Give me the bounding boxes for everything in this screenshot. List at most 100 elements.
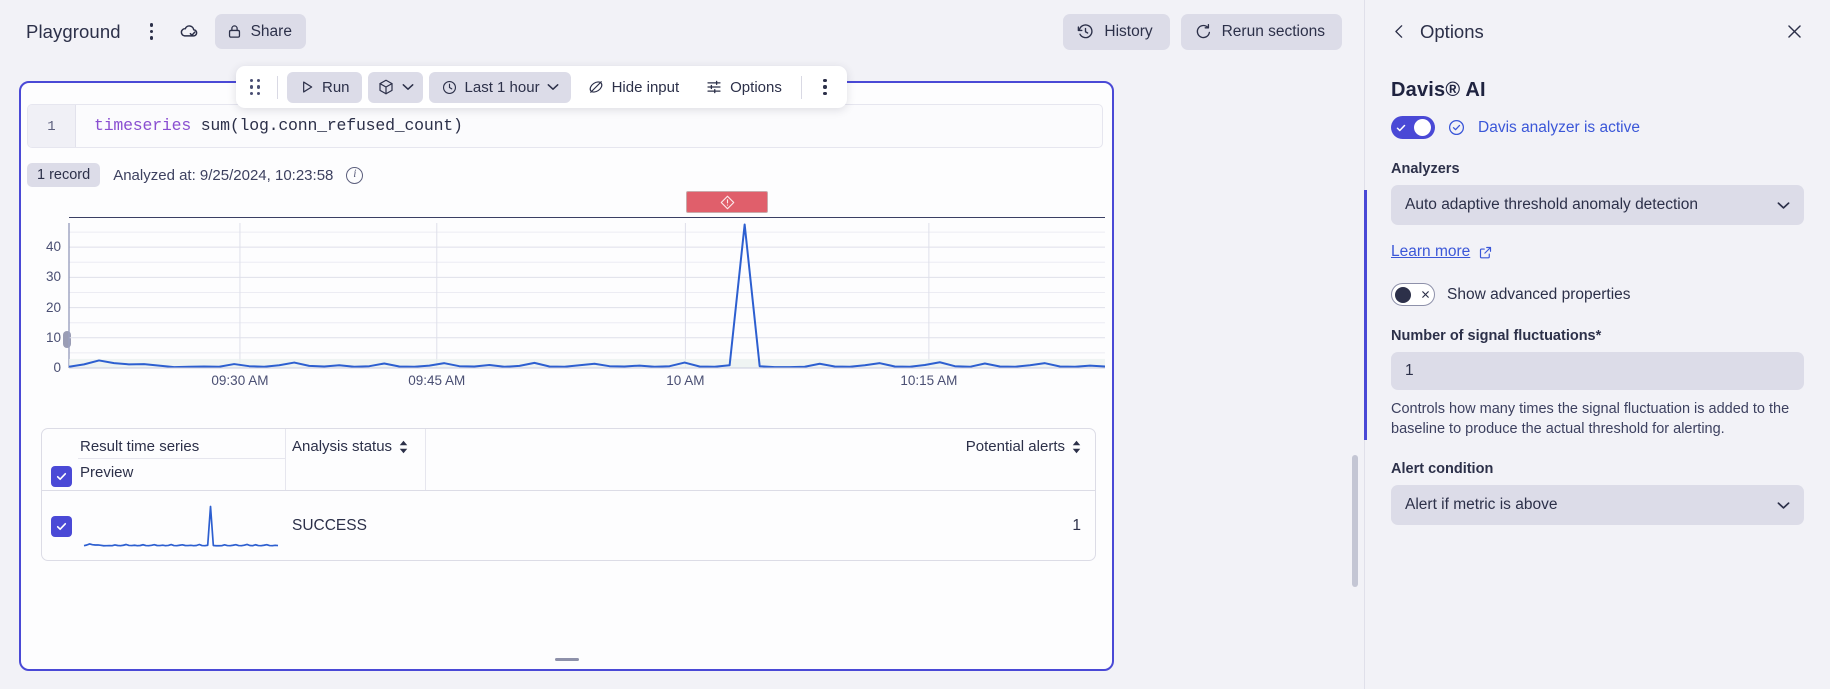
- rerun-sections-button[interactable]: Rerun sections: [1180, 13, 1342, 50]
- app-root: Playground Share History Rerun sections …: [0, 0, 1830, 689]
- cloud-check-icon: [180, 25, 198, 37]
- share-button[interactable]: Share: [214, 14, 306, 49]
- col-header-result-time-series: Result time series: [80, 438, 200, 455]
- refresh-icon: [1196, 24, 1210, 39]
- record-status-row: 1 record Analyzed at: 9/25/2024, 10:23:5…: [27, 163, 364, 187]
- eye-slash-icon: [589, 81, 603, 93]
- info-icon[interactable]: i: [346, 166, 364, 184]
- anomaly-band[interactable]: [686, 191, 768, 213]
- lock-icon: [228, 25, 240, 38]
- table-row[interactable]: SUCCESS 1: [42, 491, 1095, 560]
- line-number: 1: [28, 105, 76, 147]
- toolbar-divider: [277, 75, 278, 99]
- row-checkbox[interactable]: [51, 515, 72, 537]
- learn-more-link[interactable]: Learn more: [1391, 243, 1470, 261]
- analyzer-selected-value: Auto adaptive threshold anomaly detectio…: [1405, 196, 1698, 213]
- alert-diamond-icon: [720, 195, 734, 209]
- history-label: History: [1104, 22, 1153, 40]
- toggle-knob: [1414, 119, 1431, 136]
- kebab-icon: [823, 78, 827, 96]
- chart-plot-area: [27, 219, 1106, 374]
- alert-condition-value: Alert if metric is above: [1405, 496, 1558, 513]
- col-header-analysis-status: Analysis status: [292, 438, 393, 455]
- play-icon: [303, 81, 313, 93]
- toolbar-drag-handle[interactable]: [242, 72, 268, 102]
- fluctuations-input[interactable]: [1391, 352, 1804, 390]
- options-label: Options: [730, 78, 782, 96]
- share-label: Share: [250, 22, 292, 40]
- page-scrollbar[interactable]: [1352, 455, 1358, 587]
- row-alerts-cell: 1: [426, 517, 1095, 535]
- history-icon: [1078, 24, 1093, 39]
- col-header-preview: Preview: [80, 464, 134, 481]
- y-tick-label: 30: [45, 269, 61, 285]
- history-button[interactable]: History: [1063, 13, 1170, 50]
- sparkline-chart: [83, 505, 279, 547]
- sort-icon-potential-alerts[interactable]: [1072, 440, 1081, 454]
- check-icon: [1396, 124, 1406, 131]
- panel-back-button[interactable]: [1391, 23, 1408, 40]
- x-tick-label: 10:15 AM: [900, 373, 958, 388]
- analysis-status-value: SUCCESS: [292, 517, 367, 534]
- davis-analyzer-toggle[interactable]: [1391, 116, 1435, 139]
- chevron-down-icon: [1777, 201, 1790, 209]
- learn-more-row: Learn more: [1391, 243, 1804, 261]
- results-table: Result time series Preview Analysis stat…: [41, 428, 1096, 561]
- select-all-checkbox[interactable]: [51, 466, 72, 487]
- y-tick-label: 20: [45, 299, 61, 315]
- col-analysis-status[interactable]: Analysis status: [286, 429, 426, 490]
- analyzer-select[interactable]: Auto adaptive threshold anomaly detectio…: [1391, 185, 1804, 225]
- code-expression: sum(log.conn_refused_count): [191, 116, 463, 135]
- cloud-check-button[interactable]: [173, 15, 207, 49]
- hide-input-label: Hide input: [611, 78, 680, 96]
- more-actions-button[interactable]: [135, 15, 169, 49]
- notebook-section-card: 1 timeseries sum(log.conn_refused_count)…: [19, 81, 1114, 671]
- x-tick-label: 10 AM: [666, 373, 705, 388]
- chevron-down-icon: [399, 448, 408, 454]
- potential-alerts-value: 1: [1072, 517, 1081, 534]
- toolbar-more-button[interactable]: [811, 72, 839, 103]
- close-icon: [1422, 291, 1429, 298]
- chart-top-rule: [69, 217, 1105, 218]
- chevron-down-icon: [1777, 501, 1790, 509]
- check-icon: [56, 522, 67, 530]
- advanced-properties-label: Show advanced properties: [1447, 285, 1631, 303]
- code-row[interactable]: 1 timeseries sum(log.conn_refused_count): [27, 104, 1103, 148]
- advanced-properties-toggle[interactable]: [1391, 283, 1435, 306]
- code-text[interactable]: timeseries sum(log.conn_refused_count): [76, 105, 1102, 147]
- toolbar-divider-2: [800, 75, 802, 99]
- cube-icon: [378, 79, 393, 95]
- fluctuations-label: Number of signal fluctuations*: [1391, 328, 1602, 344]
- col-result-time-series: Result time series Preview: [42, 429, 286, 490]
- visualization-type-button[interactable]: [367, 71, 423, 103]
- sort-icon-analysis-status[interactable]: [399, 440, 408, 454]
- chart-svg: [68, 223, 1106, 369]
- davis-ai-title: Davis® AI: [1391, 79, 1486, 101]
- panel-accent-bar: [1364, 190, 1367, 440]
- external-link-icon: [1480, 246, 1492, 258]
- alert-condition-select[interactable]: Alert if metric is above: [1391, 485, 1804, 525]
- davis-toggle-row: Davis analyzer is active: [1391, 116, 1804, 139]
- kebab-icon: [149, 23, 154, 40]
- chevron-down-icon: [1072, 448, 1081, 454]
- main-area: Playground Share History Rerun sections …: [0, 0, 1364, 689]
- fluctuations-help-text: Controls how many times the signal fluct…: [1391, 401, 1790, 437]
- timeframe-selector[interactable]: Last 1 hour: [428, 71, 571, 103]
- chart-x-axis: 09:30 AM 09:45 AM 10 AM 10:15 AM: [27, 373, 1105, 393]
- col-potential-alerts[interactable]: Potential alerts: [426, 429, 1095, 490]
- drag-dots-icon: [250, 78, 260, 96]
- hide-input-button[interactable]: Hide input: [577, 72, 690, 103]
- result-chart: 09:30 AM 09:45 AM 10 AM 10:15 AM 0 10 20 30 40: [27, 191, 1106, 401]
- code-keyword: timeseries: [94, 116, 192, 135]
- run-button[interactable]: Run: [287, 71, 362, 103]
- clock-icon: [442, 80, 456, 94]
- chevron-up-icon: [399, 440, 408, 446]
- top-bar: Playground Share History Rerun sections: [0, 0, 1364, 63]
- section-toolbar: Run Last 1 hour Hide input Options: [236, 66, 847, 108]
- options-button[interactable]: Options: [695, 72, 792, 103]
- run-label: Run: [322, 78, 350, 96]
- section-resize-handle[interactable]: [554, 658, 579, 661]
- panel-close-button[interactable]: [1785, 22, 1804, 41]
- analyzed-at-text: Analyzed at: 9/25/2024, 10:23:58: [113, 166, 334, 184]
- chevron-down-icon: [547, 84, 559, 90]
